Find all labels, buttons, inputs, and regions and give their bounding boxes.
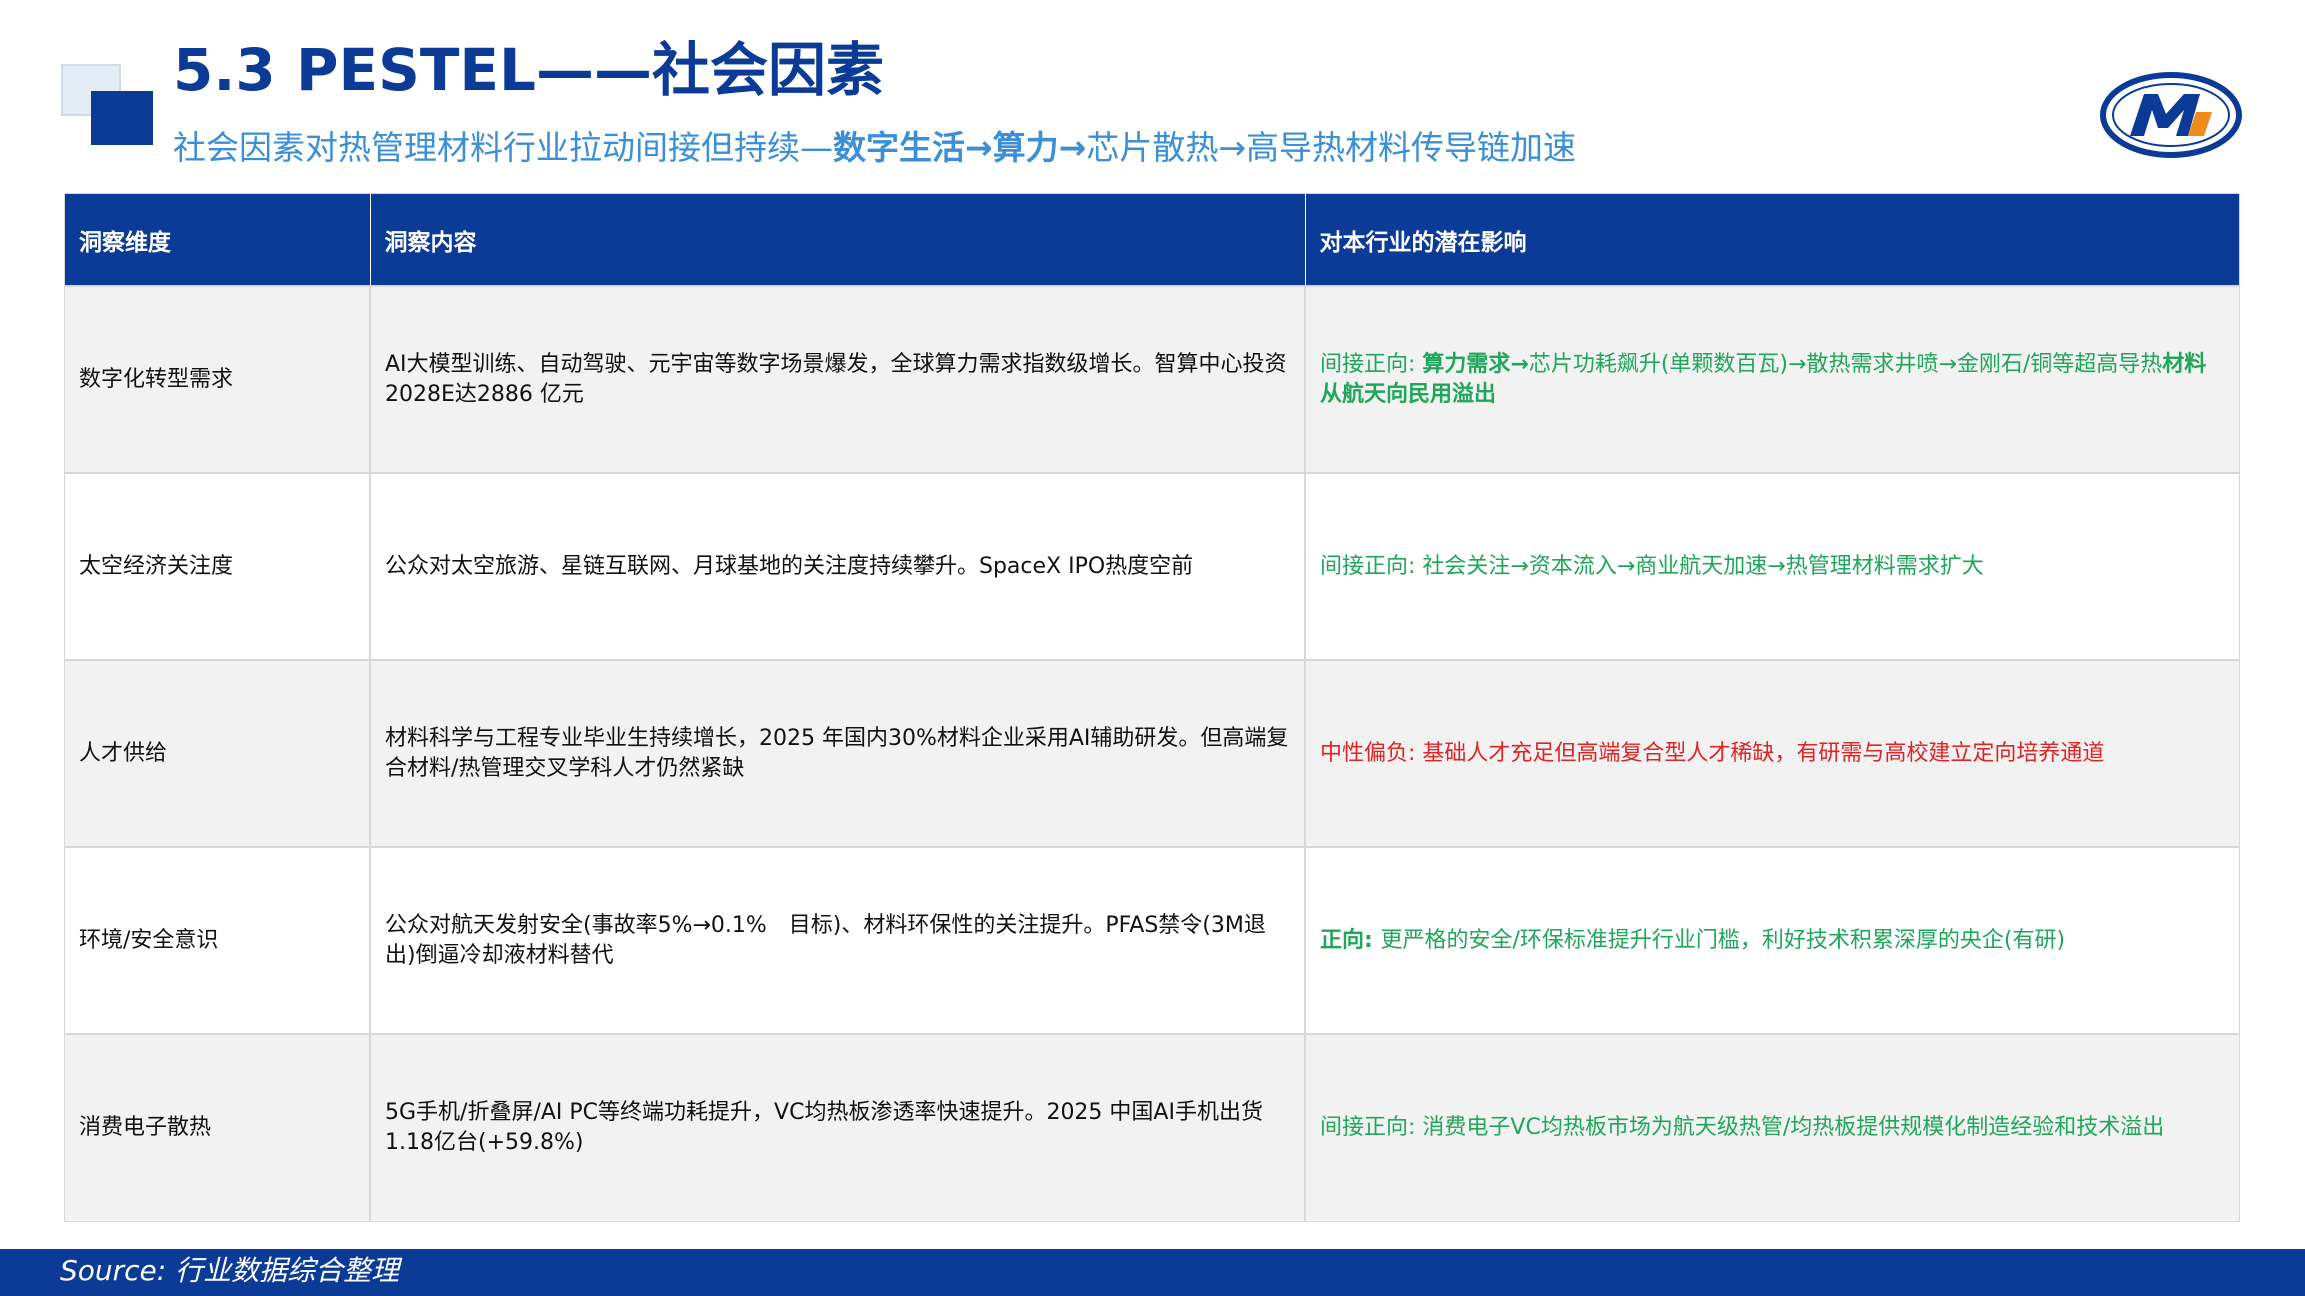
pestel-table: 洞察维度 洞察内容 对本行业的潜在影响 数字化转型需求 AI大模型训练、自动驾驶…	[64, 193, 2240, 1222]
table-row: 太空经济关注度 公众对太空旅游、星链互联网、月球基地的关注度持续攀升。Space…	[65, 472, 2239, 660]
table-row: 消费电子散热 5G手机/折叠屏/AI PC等终端功耗提升，VC均热板渗透率快速提…	[65, 1033, 2239, 1221]
cell-dimension: 消费电子散热	[65, 1033, 371, 1221]
table-row: 人才供给 材料科学与工程专业毕业生持续增长，2025 年国内30%材料企业采用A…	[65, 659, 2239, 847]
impact-text: 基础人才充足但高端复合型人才稀缺，有研需与高校建立定向培养通道	[1422, 740, 2105, 766]
subtitle-plain: 社会因素对热管理材料行业拉动间接但持续—	[173, 128, 833, 167]
impact-bold: 算力需求→	[1422, 351, 1529, 377]
cell-dimension: 数字化转型需求	[65, 285, 371, 473]
impact-prefix: 中性偏负:	[1320, 740, 1423, 766]
cell-impact: 间接正向: 算力需求→芯片功耗飙升(单颗数百瓦)→散热需求井喷→金刚石/铜等超高…	[1305, 285, 2239, 473]
impact-text: 社会关注→资本流入→商业航天加速→热管理材料需求扩大	[1422, 553, 1984, 579]
impact-text: 消费电子VC均热板市场为航天级热管/均热板提供规模化制造经验和技术溢出	[1422, 1115, 2165, 1140]
cell-dimension: 环境/安全意识	[65, 846, 371, 1034]
footer-bar: Source: 行业数据综合整理	[0, 1249, 2305, 1296]
column-header-content: 洞察内容	[370, 194, 1306, 286]
cell-impact: 中性偏负: 基础人才充足但高端复合型人才稀缺，有研需与高校建立定向培养通道	[1305, 659, 2239, 847]
impact-prefix: 正向:	[1320, 927, 1381, 953]
decorative-square-dark	[91, 91, 153, 145]
subtitle-tail: 芯片散热→高导热材料传导链加速	[1086, 128, 1576, 167]
column-header-impact: 对本行业的潜在影响	[1305, 194, 2239, 286]
column-header-dimension: 洞察维度	[65, 194, 371, 286]
impact-prefix: 间接正向:	[1320, 1115, 1423, 1140]
table-row: 数字化转型需求 AI大模型训练、自动驾驶、元宇宙等数字场景爆发，全球算力需求指数…	[65, 285, 2239, 473]
cell-dimension: 太空经济关注度	[65, 472, 371, 660]
company-logo-icon	[2100, 72, 2242, 158]
impact-text: 芯片功耗飙升(单颗数百瓦)→散热需求井喷→金刚石/铜等超高导热	[1528, 351, 2163, 377]
cell-impact: 间接正向: 消费电子VC均热板市场为航天级热管/均热板提供规模化制造经验和技术溢…	[1305, 1033, 2239, 1221]
cell-content: AI大模型训练、自动驾驶、元宇宙等数字场景爆发，全球算力需求指数级增长。智算中心…	[370, 285, 1306, 473]
cell-content: 材料科学与工程专业毕业生持续增长，2025 年国内30%材料企业采用AI辅助研发…	[370, 659, 1306, 847]
cell-content: 5G手机/折叠屏/AI PC等终端功耗提升，VC均热板渗透率快速提升。2025 …	[370, 1033, 1306, 1221]
source-note: Source: 行业数据综合整理	[60, 1254, 400, 1287]
impact-prefix: 间接正向:	[1320, 351, 1423, 377]
cell-dimension: 人才供给	[65, 659, 371, 847]
table-row: 环境/安全意识 公众对航天发射安全(事故率5%→0.1% 目标)、材料环保性的关…	[65, 846, 2239, 1034]
cell-impact: 正向: 更严格的安全/环保标准提升行业门槛，利好技术积累深厚的央企(有研)	[1305, 846, 2239, 1034]
page-subtitle: 社会因素对热管理材料行业拉动间接但持续—数字生活→算力→芯片散热→高导热材料传导…	[173, 120, 1576, 176]
subtitle-bold: 数字生活→算力→	[833, 128, 1087, 167]
table-header-row: 洞察维度 洞察内容 对本行业的潜在影响	[65, 194, 2239, 286]
page-title: 5.3 PESTEL——社会因素	[173, 36, 884, 104]
cell-impact: 间接正向: 社会关注→资本流入→商业航天加速→热管理材料需求扩大	[1305, 472, 2239, 660]
cell-content: 公众对航天发射安全(事故率5%→0.1% 目标)、材料环保性的关注提升。PFAS…	[370, 846, 1306, 1034]
impact-text: 更严格的安全/环保标准提升行业门槛，利好技术积累深厚的央企(有研)	[1380, 927, 2066, 953]
impact-prefix: 间接正向:	[1320, 553, 1423, 579]
cell-content: 公众对太空旅游、星链互联网、月球基地的关注度持续攀升。SpaceX IPO热度空…	[370, 472, 1306, 660]
